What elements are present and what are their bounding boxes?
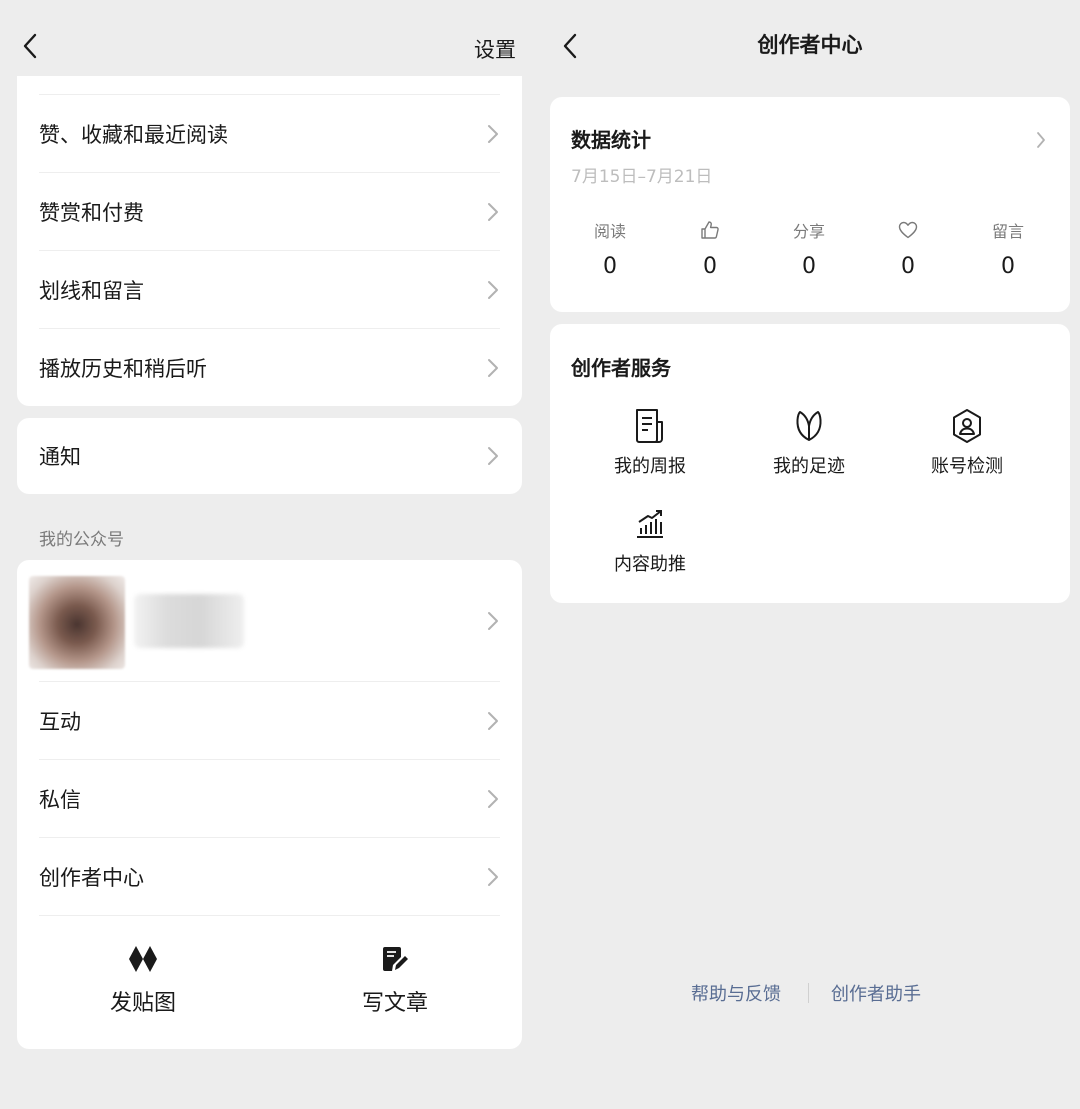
list-item-label: 赞赏和付费 xyxy=(39,201,144,225)
heart-icon xyxy=(898,221,918,239)
post-image-label: 发贴图 xyxy=(109,991,176,1016)
recent-activity-card: 赞、收藏和最近阅读 赞赏和付费 划线和留言 播放历史和稍后听 xyxy=(17,76,522,406)
creator-center-header: 创作者中心 xyxy=(540,0,1080,76)
thumbs-up-icon xyxy=(701,221,719,239)
stat-likes: 0 xyxy=(670,216,750,279)
back-button[interactable] xyxy=(15,28,45,64)
chevron-right-icon xyxy=(486,788,500,810)
post-image-button[interactable]: 发贴图 xyxy=(63,945,223,1025)
diamond-pair-icon xyxy=(129,946,157,972)
stat-favorites: 0 xyxy=(868,216,948,279)
creator-center-pane: 创作者中心 数据统计 7月15日–7月21日 阅读 0 0 分享 0 0 留言 … xyxy=(540,0,1080,1109)
document-pen-icon xyxy=(383,947,408,971)
chevron-right-icon xyxy=(486,610,500,632)
footer-divider xyxy=(808,983,809,1003)
list-item-highlights-comments[interactable]: 划线和留言 xyxy=(39,251,500,329)
chevron-right-icon xyxy=(486,123,500,145)
list-item-label: 划线和留言 xyxy=(39,279,144,303)
stat-label: 分享 xyxy=(792,222,825,241)
stat-label: 留言 xyxy=(991,222,1024,241)
stat-value: 0 xyxy=(1001,254,1015,279)
stat-label: 阅读 xyxy=(593,222,626,241)
service-label: 我的周报 xyxy=(614,456,686,477)
list-item-creator-center[interactable]: 创作者中心 xyxy=(39,838,500,916)
service-my-footprint[interactable]: 我的足迹 xyxy=(749,408,869,478)
stat-reads: 阅读 0 xyxy=(570,216,650,279)
service-label: 内容助推 xyxy=(614,554,686,575)
services-title: 创作者服务 xyxy=(571,356,671,380)
settings-pane: 设置 赞、收藏和最近阅读 赞赏和付费 划线和留言 播放历史和稍后听 通知 我的公… xyxy=(0,0,540,1109)
leaf-icon xyxy=(796,411,822,441)
list-item-label: 播放历史和稍后听 xyxy=(39,357,207,381)
page-title: 设置 xyxy=(474,38,516,62)
creator-assistant-link[interactable]: 创作者助手 xyxy=(831,980,921,1006)
list-item-interactions[interactable]: 互动 xyxy=(39,682,500,760)
list-item-label: 私信 xyxy=(39,788,81,812)
account-profile-row[interactable] xyxy=(39,560,500,682)
chevron-right-icon xyxy=(486,357,500,379)
stats-title: 数据统计 xyxy=(571,128,651,152)
stat-shares: 分享 0 xyxy=(769,216,849,279)
chevron-left-icon xyxy=(23,33,37,59)
chevron-right-icon xyxy=(1034,129,1048,151)
list-item-play-history[interactable]: 播放历史和稍后听 xyxy=(39,329,500,407)
service-account-check[interactable]: 账号检测 xyxy=(907,408,1027,478)
help-feedback-link[interactable]: 帮助与反馈 xyxy=(691,980,781,1006)
service-label: 账号检测 xyxy=(931,456,1003,477)
list-item-label: 通知 xyxy=(39,445,81,469)
list-item-label: 创作者中心 xyxy=(39,866,144,890)
list-item-rewards-payments[interactable]: 赞赏和付费 xyxy=(39,173,500,251)
settings-header: 设置 xyxy=(0,0,540,76)
section-label-my-accounts: 我的公众号 xyxy=(39,530,124,550)
list-item-likes-favorites-recent[interactable]: 赞、收藏和最近阅读 xyxy=(39,95,500,173)
chevron-right-icon xyxy=(486,445,500,467)
list-item-label: 互动 xyxy=(39,710,81,734)
write-article-label: 写文章 xyxy=(361,991,428,1016)
chevron-right-icon xyxy=(486,201,500,223)
chevron-right-icon xyxy=(486,710,500,732)
weekly-report-icon xyxy=(636,409,663,443)
service-weekly-report[interactable]: 我的周报 xyxy=(590,408,710,478)
write-article-button[interactable]: 写文章 xyxy=(315,945,475,1025)
service-content-boost[interactable]: 内容助推 xyxy=(590,506,710,576)
list-item-label: 赞、收藏和最近阅读 xyxy=(39,123,228,147)
list-item-private-messages[interactable]: 私信 xyxy=(39,760,500,838)
growth-chart-icon xyxy=(637,510,663,538)
stats-date-range: 7月15日–7月21日 xyxy=(571,167,713,187)
stat-value: 0 xyxy=(901,254,915,279)
stat-value: 0 xyxy=(802,254,816,279)
chevron-right-icon xyxy=(486,866,500,888)
stat-comments: 留言 0 xyxy=(968,216,1048,279)
list-item-notifications[interactable]: 通知 xyxy=(39,417,500,495)
notifications-card: 通知 xyxy=(17,418,522,494)
account-shield-icon xyxy=(953,409,981,443)
service-label: 我的足迹 xyxy=(773,456,845,477)
stat-value: 0 xyxy=(703,254,717,279)
page-title: 创作者中心 xyxy=(757,33,863,57)
chevron-right-icon xyxy=(486,279,500,301)
stat-value: 0 xyxy=(603,254,617,279)
